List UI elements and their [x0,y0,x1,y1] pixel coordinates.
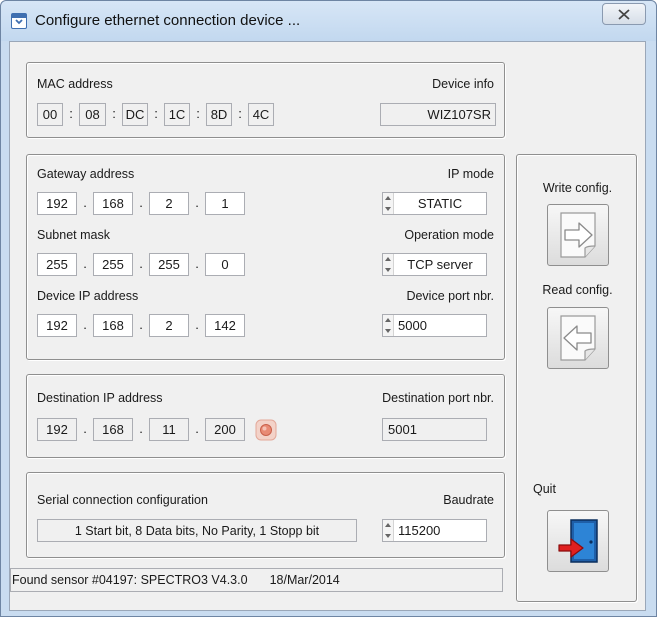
device-port-label: Device port nbr. [406,289,494,303]
destination-ip-octet-4: 200 [205,418,245,441]
page-arrow-right-icon [560,212,596,258]
mac-separator: : [238,106,242,121]
mac-address-label: MAC address [37,77,113,91]
mac-octet-3: DC [122,103,148,126]
device-port-value: 5000 [398,318,427,333]
ip-mode-label: IP mode [447,167,494,181]
mac-group: MAC address Device info 00 : 08 : DC : 1… [26,62,505,138]
read-config-button[interactable] [547,307,609,369]
ip-mode-value: STATIC [417,196,463,211]
network-group: Gateway address IP mode 192 . 168 . 2 . … [26,154,505,360]
destination-ip-octet-3: 11 [149,418,189,441]
mac-octet-5: 8D [206,103,232,126]
destination-ip-octet-2: 168 [93,418,133,441]
window-app-icon [11,13,27,29]
client-area: MAC address Device info 00 : 08 : DC : 1… [9,41,646,611]
ip-separator: . [139,421,143,436]
ip-separator: . [139,195,143,210]
subnet-octet-3[interactable]: 255 [149,253,189,276]
ping-button[interactable] [255,419,277,441]
device-ip-octet-1[interactable]: 192 [37,314,77,337]
subnet-octet-1[interactable]: 255 [37,253,77,276]
ip-separator: . [83,195,87,210]
gateway-octet-3[interactable]: 2 [149,192,189,215]
mac-separator: : [112,106,116,121]
device-ip-octet-3[interactable]: 2 [149,314,189,337]
write-config-button[interactable] [547,204,609,266]
spinner-arrows[interactable] [383,520,394,541]
mac-octet-6: 4C [248,103,274,126]
device-info-label: Device info [432,77,494,91]
ip-separator: . [195,421,199,436]
ip-separator: . [83,421,87,436]
ip-separator: . [195,256,199,271]
quit-button[interactable] [547,510,609,572]
baudrate-value: 115200 [398,523,441,538]
title-bar: Configure ethernet connection device ... [1,1,656,41]
spinner-arrows[interactable] [383,315,394,336]
ip-separator: . [195,317,199,332]
ping-icon [255,419,277,441]
ip-separator: . [195,195,199,210]
ip-mode-spinner[interactable]: STATIC [382,192,487,215]
page-arrow-left-icon [560,315,596,361]
mac-octet-2: 08 [79,103,106,126]
operation-mode-label: Operation mode [404,228,494,242]
close-icon [618,8,630,20]
window-title: Configure ethernet connection device ... [35,12,301,29]
close-button[interactable] [602,3,646,25]
device-ip-label: Device IP address [37,289,139,303]
mac-separator: : [154,106,158,121]
destination-ip-octet-1: 192 [37,418,77,441]
ip-separator: . [83,317,87,332]
device-info-field: WIZ107SR [380,103,496,126]
baudrate-spinner[interactable]: 115200 [382,519,487,542]
device-ip-octet-2[interactable]: 168 [93,314,133,337]
status-found-sensor: Found sensor #04197: SPECTRO3 V4.3.0 [12,573,248,587]
exit-door-icon [558,519,598,563]
subnet-octet-2[interactable]: 255 [93,253,133,276]
spinner-arrows[interactable] [383,254,394,275]
serial-config-field: 1 Start bit, 8 Data bits, No Parity, 1 S… [37,519,357,542]
quit-label: Quit [533,482,556,496]
spinner-arrows[interactable] [383,193,394,214]
gateway-octet-4[interactable]: 1 [205,192,245,215]
gateway-octet-1[interactable]: 192 [37,192,77,215]
ip-separator: . [83,256,87,271]
ip-separator: . [139,317,143,332]
baudrate-label: Baudrate [443,493,494,507]
write-config-label: Write config. [542,181,613,195]
subnet-mask-label: Subnet mask [37,228,110,242]
actions-group: Write config. Read config. Quit [516,154,637,602]
destination-group: Destination IP address Destination port … [26,374,505,458]
device-ip-octet-4[interactable]: 142 [205,314,245,337]
destination-ip-label: Destination IP address [37,391,163,405]
status-date: 18/Mar/2014 [269,573,340,587]
config-window: Configure ethernet connection device ...… [0,0,657,617]
subnet-octet-4[interactable]: 0 [205,253,245,276]
mac-separator: : [69,106,73,121]
serial-group: Serial connection configuration Baudrate… [26,472,505,558]
status-bar: Found sensor #04197: SPECTRO3 V4.3.0 18/M… [10,568,503,592]
mac-octet-1: 00 [37,103,63,126]
operation-mode-value: TCP server [407,257,473,272]
destination-port-field: 5001 [382,418,487,441]
ip-separator: . [139,256,143,271]
operation-mode-spinner[interactable]: TCP server [382,253,487,276]
mac-separator: : [196,106,200,121]
gateway-octet-2[interactable]: 168 [93,192,133,215]
serial-config-label: Serial connection configuration [37,493,208,507]
read-config-label: Read config. [542,283,613,297]
destination-port-label: Destination port nbr. [382,391,494,405]
device-port-spinner[interactable]: 5000 [382,314,487,337]
gateway-address-label: Gateway address [37,167,135,181]
mac-octet-4: 1C [164,103,190,126]
